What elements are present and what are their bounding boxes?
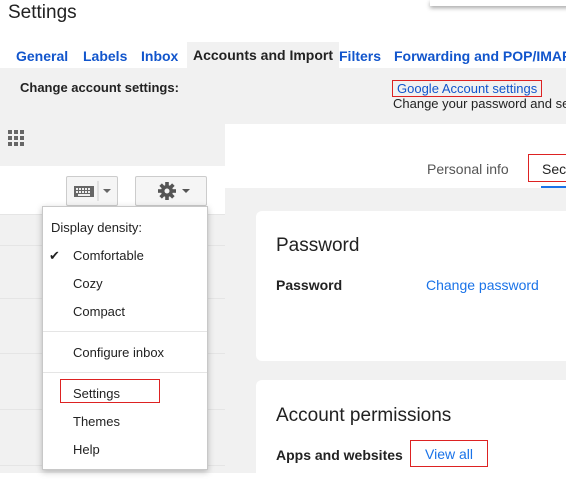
menu-item-compact[interactable]: Compact [73, 304, 125, 319]
account-permissions-title: Account permissions [276, 405, 452, 426]
display-density-heading: Display density: [51, 220, 143, 235]
settings-tabs: General Labels Inbox Accounts and Import… [0, 42, 566, 68]
check-icon: ✔ [49, 248, 60, 263]
tab-personal-info[interactable]: Personal info [427, 161, 509, 177]
settings-gear-button[interactable] [135, 176, 207, 206]
input-tools-button[interactable] [66, 176, 118, 206]
menu-item-cozy[interactable]: Cozy [73, 276, 103, 291]
notification-popup-edge [430, 0, 566, 6]
menu-item-settings[interactable]: Settings [73, 386, 120, 401]
tab-inbox[interactable]: Inbox [141, 48, 178, 64]
change-account-settings-label: Change account settings: [20, 80, 179, 95]
password-card: Password Password Change password [256, 211, 566, 361]
menu-divider [43, 331, 207, 332]
settings-menu: Display density: ✔ Comfortable Cozy Comp… [42, 206, 208, 470]
google-account-header [225, 124, 566, 188]
tab-labels[interactable]: Labels [83, 48, 127, 64]
menu-item-help[interactable]: Help [73, 442, 100, 457]
change-password-link[interactable]: Change password [426, 277, 539, 293]
google-account-settings-link[interactable]: Google Account settings [392, 80, 543, 97]
menu-item-themes[interactable]: Themes [73, 414, 120, 429]
tab-general[interactable]: General [16, 48, 68, 64]
tab-accounts-and-import[interactable]: Accounts and Import [187, 42, 340, 68]
tab-filters[interactable]: Filters [339, 48, 381, 64]
gmail-top-strip [0, 124, 225, 166]
tab-forwarding-pop-imap[interactable]: Forwarding and POP/IMAP [394, 48, 566, 64]
menu-item-comfortable[interactable]: Comfortable [73, 248, 144, 263]
apps-and-websites-label: Apps and websites [276, 447, 403, 463]
view-all-link[interactable]: View all [410, 440, 488, 467]
password-row-label: Password [276, 277, 343, 293]
chevron-down-icon [103, 189, 111, 193]
menu-divider [43, 372, 207, 373]
change-password-hint: Change your password and se [393, 96, 566, 111]
gear-icon [158, 182, 190, 200]
tab-security[interactable]: Secu [528, 154, 566, 182]
active-tab-indicator [541, 186, 566, 188]
apps-grid-icon[interactable] [8, 130, 24, 151]
menu-item-configure-inbox[interactable]: Configure inbox [73, 345, 164, 360]
page-title: Settings [8, 2, 77, 23]
keyboard-icon [74, 181, 111, 201]
password-card-title: Password [276, 235, 360, 256]
